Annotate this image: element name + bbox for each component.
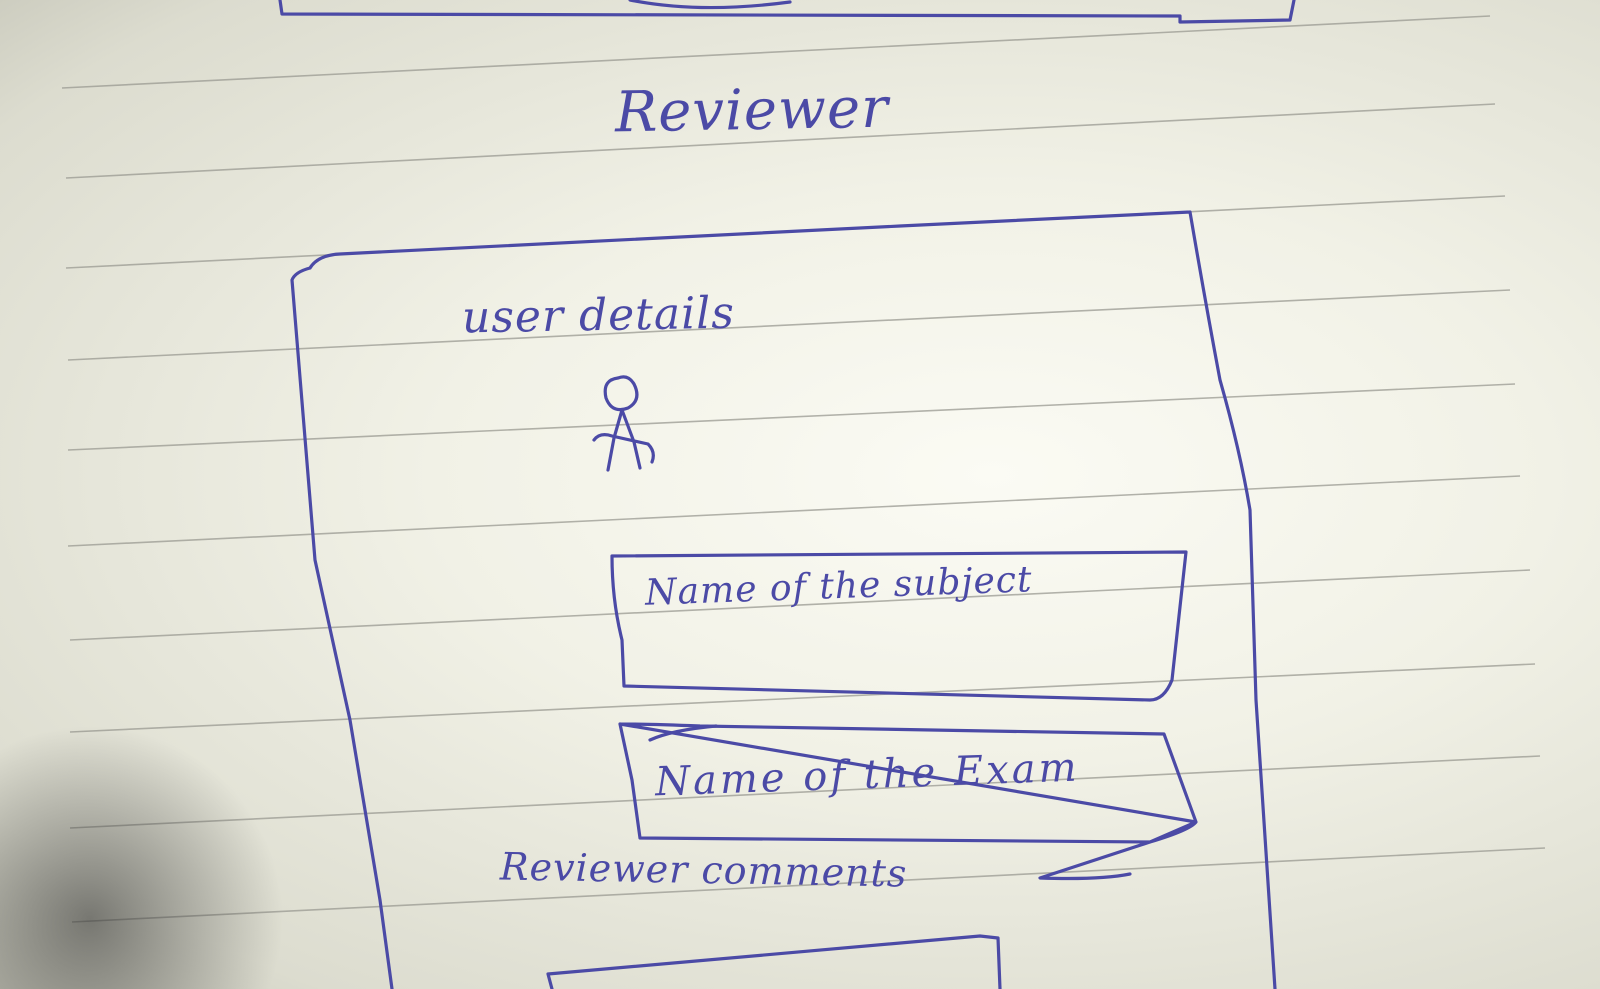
comments-field-outline[interactable]: [546, 934, 1002, 989]
reviewer-comments-label: Reviewer comments: [499, 844, 908, 896]
user-details-label: user details: [461, 287, 736, 344]
top-box-inner-curve: [628, 0, 792, 10]
sketch-lines: [61, 0, 1546, 989]
page-title: Reviewer: [614, 75, 890, 146]
notebook-page: Reviewer user details Name of the subjec…: [0, 0, 1600, 989]
